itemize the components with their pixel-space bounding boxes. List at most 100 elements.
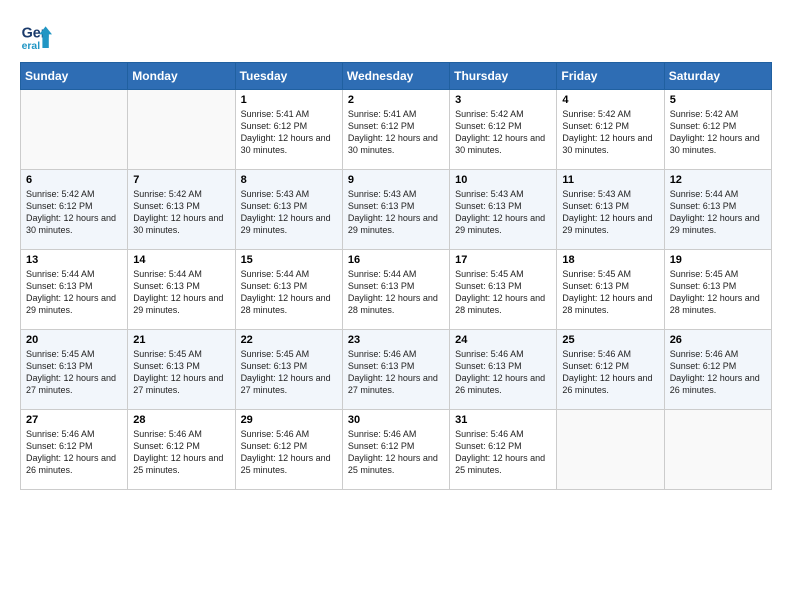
- calendar-cell: 10 Sunrise: 5:43 AM Sunset: 6:13 PM Dayli…: [450, 170, 557, 250]
- day-number: 20: [26, 334, 122, 346]
- day-info: Sunrise: 5:42 AM Sunset: 6:12 PM Dayligh…: [562, 108, 658, 157]
- day-info: Sunrise: 5:46 AM Sunset: 6:13 PM Dayligh…: [455, 348, 551, 397]
- calendar-cell: 17 Sunrise: 5:45 AM Sunset: 6:13 PM Dayli…: [450, 250, 557, 330]
- day-number: 9: [348, 174, 444, 186]
- day-info: Sunrise: 5:45 AM Sunset: 6:13 PM Dayligh…: [241, 348, 337, 397]
- day-info: Sunrise: 5:42 AM Sunset: 6:12 PM Dayligh…: [455, 108, 551, 157]
- day-info: Sunrise: 5:45 AM Sunset: 6:13 PM Dayligh…: [670, 268, 766, 317]
- day-info: Sunrise: 5:41 AM Sunset: 6:12 PM Dayligh…: [241, 108, 337, 157]
- day-info: Sunrise: 5:44 AM Sunset: 6:13 PM Dayligh…: [133, 268, 229, 317]
- calendar-week-row: 27Sunrise: 5:46 AM Sunset: 6:12 PM Dayli…: [21, 410, 772, 490]
- calendar-cell: 26Sunrise: 5:46 AM Sunset: 6:12 PM Dayli…: [664, 330, 771, 410]
- calendar-cell: 30 Sunrise: 5:46 AM Sunset: 6:12 PM Dayli…: [342, 410, 449, 490]
- day-number: 12: [670, 174, 766, 186]
- day-info: Sunrise: 5:44 AM Sunset: 6:13 PM Dayligh…: [670, 188, 766, 237]
- day-info: Sunrise: 5:46 AM Sunset: 6:12 PM Dayligh…: [455, 428, 551, 477]
- day-info: Sunrise: 5:44 AM Sunset: 6:13 PM Dayligh…: [348, 268, 444, 317]
- day-number: 15: [241, 254, 337, 266]
- day-info: Sunrise: 5:45 AM Sunset: 6:13 PM Dayligh…: [26, 348, 122, 397]
- day-info: Sunrise: 5:45 AM Sunset: 6:13 PM Dayligh…: [562, 268, 658, 317]
- day-number: 18: [562, 254, 658, 266]
- weekday-header-thursday: Thursday: [450, 63, 557, 90]
- weekday-header-wednesday: Wednesday: [342, 63, 449, 90]
- weekday-header-tuesday: Tuesday: [235, 63, 342, 90]
- calendar-cell: [128, 90, 235, 170]
- weekday-header-sunday: Sunday: [21, 63, 128, 90]
- day-number: 8: [241, 174, 337, 186]
- calendar-cell: 29 Sunrise: 5:46 AM Sunset: 6:12 PM Dayli…: [235, 410, 342, 490]
- calendar-cell: 3 Sunrise: 5:42 AM Sunset: 6:12 PM Daylig…: [450, 90, 557, 170]
- calendar-cell: 25Sunrise: 5:46 AM Sunset: 6:12 PM Dayli…: [557, 330, 664, 410]
- calendar-cell: 23 Sunrise: 5:46 AM Sunset: 6:13 PM Dayli…: [342, 330, 449, 410]
- day-number: 21: [133, 334, 229, 346]
- day-number: 6: [26, 174, 122, 186]
- calendar-table: SundayMondayTuesdayWednesdayThursdayFrid…: [20, 62, 772, 490]
- day-number: 3: [455, 94, 551, 106]
- logo: Gen eral: [20, 20, 56, 52]
- calendar-cell: 9 Sunrise: 5:43 AM Sunset: 6:13 PM Daylig…: [342, 170, 449, 250]
- calendar-cell: 7 Sunrise: 5:42 AM Sunset: 6:13 PM Daylig…: [128, 170, 235, 250]
- day-number: 31: [455, 414, 551, 426]
- day-number: 4: [562, 94, 658, 106]
- day-info: Sunrise: 5:42 AM Sunset: 6:13 PM Dayligh…: [133, 188, 229, 237]
- day-info: Sunrise: 5:41 AM Sunset: 6:12 PM Dayligh…: [348, 108, 444, 157]
- day-info: Sunrise: 5:43 AM Sunset: 6:13 PM Dayligh…: [348, 188, 444, 237]
- calendar-cell: 28 Sunrise: 5:46 AM Sunset: 6:12 PM Dayli…: [128, 410, 235, 490]
- day-info: Sunrise: 5:46 AM Sunset: 6:12 PM Dayligh…: [241, 428, 337, 477]
- calendar-header-row: SundayMondayTuesdayWednesdayThursdayFrid…: [21, 63, 772, 90]
- day-info: Sunrise: 5:44 AM Sunset: 6:13 PM Dayligh…: [241, 268, 337, 317]
- day-number: 10: [455, 174, 551, 186]
- calendar-cell: 12 Sunrise: 5:44 AM Sunset: 6:13 PM Dayli…: [664, 170, 771, 250]
- day-info: Sunrise: 5:46 AM Sunset: 6:12 PM Dayligh…: [562, 348, 658, 397]
- day-number: 16: [348, 254, 444, 266]
- calendar-cell: 5Sunrise: 5:42 AM Sunset: 6:12 PM Daylig…: [664, 90, 771, 170]
- calendar-cell: 6 Sunrise: 5:42 AM Sunset: 6:12 PM Daylig…: [21, 170, 128, 250]
- weekday-header-saturday: Saturday: [664, 63, 771, 90]
- day-number: 28: [133, 414, 229, 426]
- day-number: 23: [348, 334, 444, 346]
- day-info: Sunrise: 5:43 AM Sunset: 6:13 PM Dayligh…: [455, 188, 551, 237]
- day-number: 19: [670, 254, 766, 266]
- day-number: 22: [241, 334, 337, 346]
- day-info: Sunrise: 5:46 AM Sunset: 6:12 PM Dayligh…: [348, 428, 444, 477]
- calendar-cell: 21 Sunrise: 5:45 AM Sunset: 6:13 PM Dayli…: [128, 330, 235, 410]
- calendar-cell: 18 Sunrise: 5:45 AM Sunset: 6:13 PM Dayli…: [557, 250, 664, 330]
- calendar-week-row: 1 Sunrise: 5:41 AM Sunset: 6:12 PM Daylig…: [21, 90, 772, 170]
- calendar-cell: 27Sunrise: 5:46 AM Sunset: 6:12 PM Dayli…: [21, 410, 128, 490]
- calendar-cell: 4 Sunrise: 5:42 AM Sunset: 6:12 PM Daylig…: [557, 90, 664, 170]
- day-number: 24: [455, 334, 551, 346]
- day-number: 5: [670, 94, 766, 106]
- weekday-header-monday: Monday: [128, 63, 235, 90]
- day-info: Sunrise: 5:46 AM Sunset: 6:12 PM Dayligh…: [670, 348, 766, 397]
- day-info: Sunrise: 5:46 AM Sunset: 6:12 PM Dayligh…: [133, 428, 229, 477]
- day-info: Sunrise: 5:45 AM Sunset: 6:13 PM Dayligh…: [455, 268, 551, 317]
- calendar-cell: 1 Sunrise: 5:41 AM Sunset: 6:12 PM Daylig…: [235, 90, 342, 170]
- weekday-header-friday: Friday: [557, 63, 664, 90]
- day-number: 2: [348, 94, 444, 106]
- logo-icon: Gen eral: [20, 20, 52, 52]
- day-number: 17: [455, 254, 551, 266]
- calendar-cell: 24 Sunrise: 5:46 AM Sunset: 6:13 PM Dayli…: [450, 330, 557, 410]
- day-info: Sunrise: 5:46 AM Sunset: 6:13 PM Dayligh…: [348, 348, 444, 397]
- day-info: Sunrise: 5:42 AM Sunset: 6:12 PM Dayligh…: [26, 188, 122, 237]
- calendar-week-row: 20 Sunrise: 5:45 AM Sunset: 6:13 PM Dayli…: [21, 330, 772, 410]
- day-info: Sunrise: 5:44 AM Sunset: 6:13 PM Dayligh…: [26, 268, 122, 317]
- day-info: Sunrise: 5:43 AM Sunset: 6:13 PM Dayligh…: [241, 188, 337, 237]
- calendar-cell: 20 Sunrise: 5:45 AM Sunset: 6:13 PM Dayli…: [21, 330, 128, 410]
- calendar-cell: 2 Sunrise: 5:41 AM Sunset: 6:12 PM Daylig…: [342, 90, 449, 170]
- day-info: Sunrise: 5:43 AM Sunset: 6:13 PM Dayligh…: [562, 188, 658, 237]
- calendar-week-row: 13Sunrise: 5:44 AM Sunset: 6:13 PM Dayli…: [21, 250, 772, 330]
- calendar-cell: [557, 410, 664, 490]
- day-number: 7: [133, 174, 229, 186]
- day-number: 1: [241, 94, 337, 106]
- calendar-cell: 11Sunrise: 5:43 AM Sunset: 6:13 PM Dayli…: [557, 170, 664, 250]
- calendar-cell: [21, 90, 128, 170]
- day-number: 30: [348, 414, 444, 426]
- calendar-week-row: 6 Sunrise: 5:42 AM Sunset: 6:12 PM Daylig…: [21, 170, 772, 250]
- calendar-cell: 13Sunrise: 5:44 AM Sunset: 6:13 PM Dayli…: [21, 250, 128, 330]
- calendar-cell: 15 Sunrise: 5:44 AM Sunset: 6:13 PM Dayli…: [235, 250, 342, 330]
- day-number: 29: [241, 414, 337, 426]
- calendar-cell: 16 Sunrise: 5:44 AM Sunset: 6:13 PM Dayli…: [342, 250, 449, 330]
- calendar-cell: 31 Sunrise: 5:46 AM Sunset: 6:12 PM Dayli…: [450, 410, 557, 490]
- day-info: Sunrise: 5:45 AM Sunset: 6:13 PM Dayligh…: [133, 348, 229, 397]
